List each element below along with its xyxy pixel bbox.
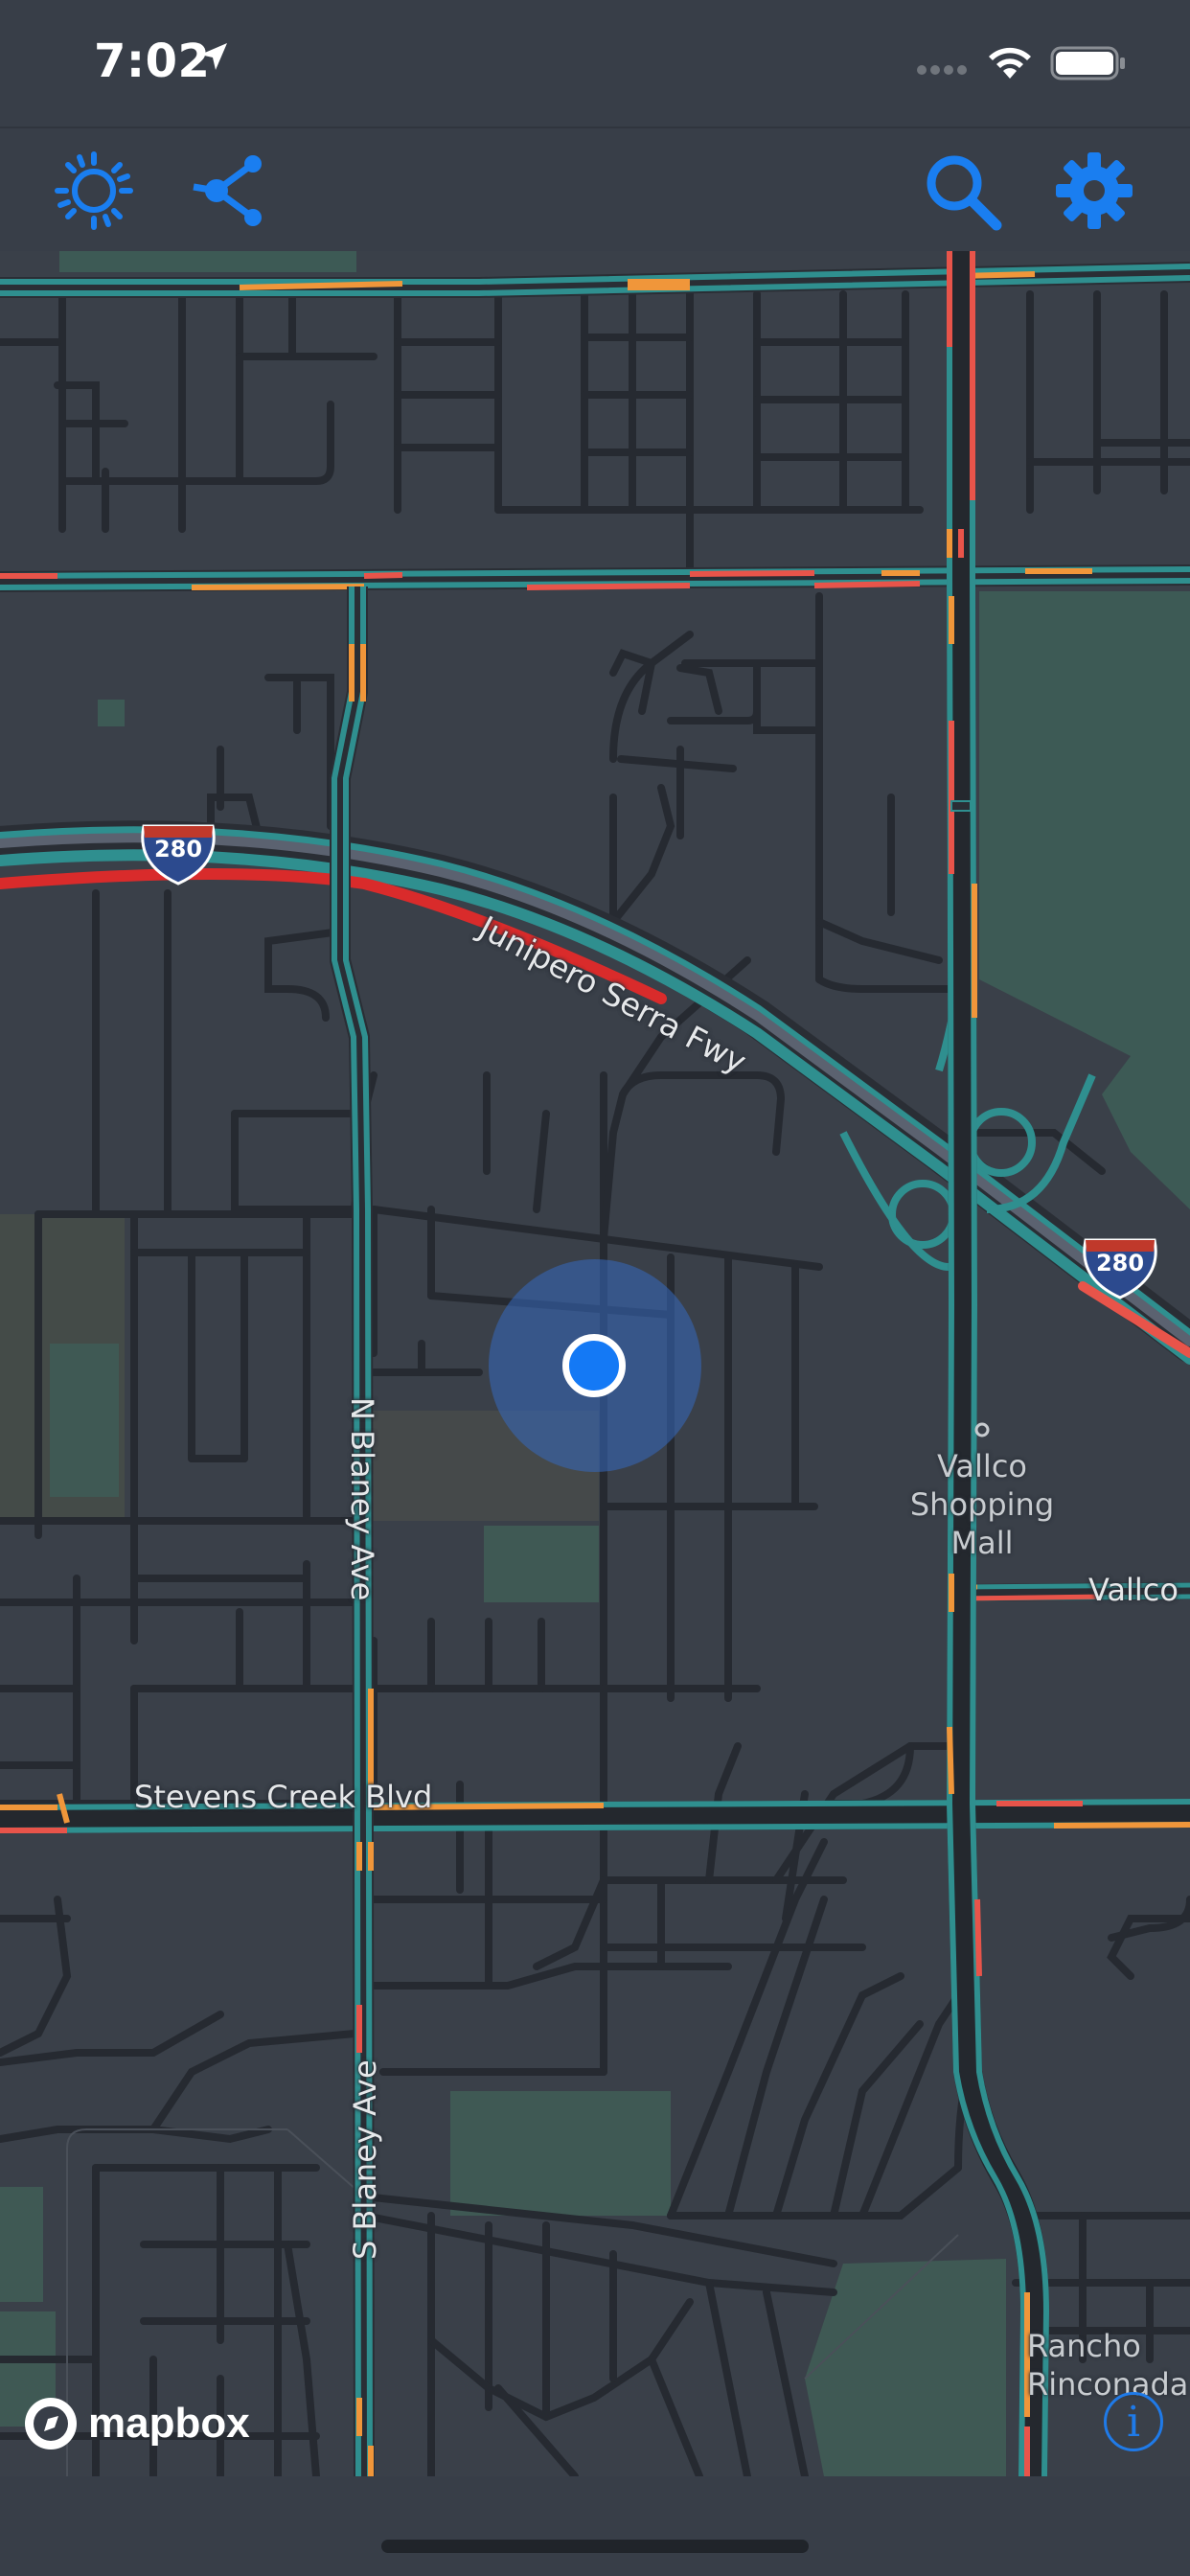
search-icon <box>927 155 1002 231</box>
poi-label-vallco-shopping-mall: Vallco Shopping Mall <box>909 1448 1055 1561</box>
road-label-vallco: Vallco <box>1088 1572 1179 1608</box>
gear-icon <box>1056 152 1133 229</box>
map-view[interactable]: 280 280 Junipero Serra Fwy N Blaney Ave … <box>0 251 1190 2476</box>
poi-label-rancho-rinconada: Rancho Rinconada <box>1027 2328 1189 2403</box>
settings-button[interactable] <box>1046 143 1142 239</box>
status-time: 7:02 <box>94 34 211 88</box>
brightness-button[interactable] <box>46 143 142 239</box>
signal-dots-icon <box>916 61 970 80</box>
location-arrow-icon <box>197 40 230 77</box>
info-icon: i <box>1126 2397 1141 2447</box>
mapbox-logo-text: mapbox <box>88 2400 250 2447</box>
road-label-stevens-creek-blvd: Stevens Creek Blvd <box>134 1779 433 1815</box>
interchange-marker <box>950 800 972 812</box>
mapbox-logo[interactable]: mapbox <box>23 2396 250 2451</box>
road-label-n-blaney-ave: N Blaney Ave <box>344 1397 380 1601</box>
mapbox-compass-icon <box>25 2398 77 2450</box>
mall-poi-marker <box>974 1422 990 1438</box>
user-location-dot[interactable] <box>562 1334 626 1397</box>
shield-label-east: 280 <box>1095 1250 1145 1276</box>
home-indicator[interactable] <box>381 2540 809 2553</box>
battery-icon <box>1050 46 1127 84</box>
share-button[interactable] <box>180 143 276 239</box>
status-bar: 7:02 <box>0 0 1190 126</box>
shield-label-west: 280 <box>153 836 203 862</box>
map-toolbar <box>0 126 1190 253</box>
bottom-safe-area <box>0 2476 1190 2576</box>
road-label-s-blaney-ave: S Blaney Ave <box>347 2059 383 2260</box>
attribution-info-button[interactable]: i <box>1104 2392 1163 2451</box>
wifi-icon <box>985 42 1035 84</box>
brightness-icon <box>55 151 133 230</box>
search-button[interactable] <box>914 143 1010 239</box>
share-nodes-icon <box>193 155 262 226</box>
